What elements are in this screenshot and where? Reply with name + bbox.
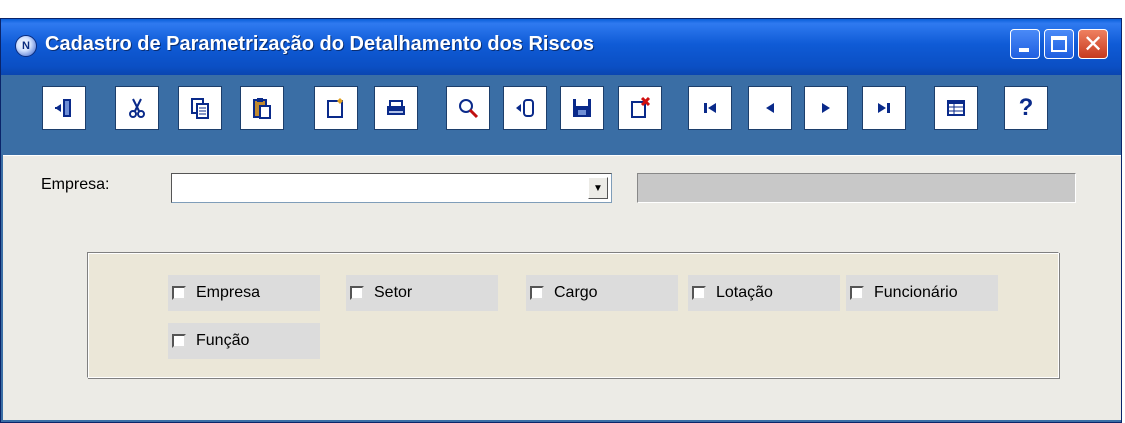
screen-top (0, 0, 1125, 18)
maximize-icon (1051, 36, 1067, 52)
app-logo-icon: N (15, 35, 37, 57)
title-bar[interactable]: N Cadastro de Parametrização do Detalham… (1, 19, 1121, 75)
import-button[interactable] (503, 86, 547, 130)
checkbox-box[interactable] (692, 286, 706, 300)
checkbox-funcionario[interactable]: Funcionário (846, 275, 998, 311)
checkbox-label: Lotação (716, 284, 773, 301)
next-record-button[interactable] (804, 86, 848, 130)
checkbox-setor[interactable]: Setor (346, 275, 498, 311)
form-area: Empresa: ▼ Empresa Setor Cargo Lotação F… (3, 155, 1121, 420)
scissors-icon (129, 98, 145, 118)
previous-icon (766, 103, 774, 113)
checkbox-box[interactable] (350, 286, 364, 300)
dropdown-arrow-icon[interactable]: ▼ (588, 177, 608, 199)
checkbox-empresa[interactable]: Empresa (168, 275, 320, 311)
exit-door-icon (55, 99, 71, 117)
copy-icon (191, 98, 209, 119)
search-button[interactable] (446, 86, 490, 130)
cut-button[interactable] (115, 86, 159, 130)
close-icon: ✕ (1082, 30, 1104, 58)
new-button[interactable] (314, 86, 358, 130)
detail-options-group: Empresa Setor Cargo Lotação Funcionário … (87, 252, 1059, 378)
window-title: Cadastro de Parametrização do Detalhamen… (45, 33, 595, 55)
checkbox-box[interactable] (172, 334, 186, 348)
new-document-icon (327, 98, 343, 118)
empresa-name-field (637, 173, 1076, 203)
exit-button[interactable] (42, 86, 86, 130)
printer-icon (387, 100, 405, 115)
checkbox-label: Empresa (196, 284, 261, 301)
checkbox-box[interactable] (530, 286, 544, 300)
next-icon (822, 103, 830, 113)
checkbox-box[interactable] (850, 286, 864, 300)
paste-button[interactable] (240, 86, 284, 130)
checkbox-label: Função (196, 332, 250, 349)
delete-button[interactable] (618, 86, 662, 130)
database-import-icon (516, 99, 534, 117)
first-icon (704, 103, 716, 113)
last-record-button[interactable] (862, 86, 906, 130)
close-button[interactable]: ✕ (1078, 29, 1108, 59)
help-icon: ? (1018, 94, 1034, 121)
help-button[interactable]: ? (1004, 86, 1048, 130)
checkbox-label: Setor (374, 284, 413, 301)
checkbox-funcao[interactable]: Função (168, 323, 320, 359)
maximize-button[interactable] (1044, 29, 1074, 59)
empresa-label: Empresa: (41, 176, 110, 193)
delete-document-icon (631, 96, 651, 118)
copy-button[interactable] (178, 86, 222, 130)
checkbox-lotacao[interactable]: Lotação (688, 275, 840, 311)
previous-record-button[interactable] (748, 86, 792, 130)
magnifier-icon (459, 99, 479, 119)
grid-view-button[interactable] (934, 86, 978, 130)
paste-icon (253, 98, 271, 119)
checkbox-box[interactable] (172, 286, 186, 300)
minimize-icon (1019, 48, 1029, 52)
checkbox-label: Cargo (554, 284, 598, 301)
empresa-select[interactable]: ▼ (171, 173, 612, 203)
table-icon (947, 100, 965, 116)
floppy-icon (573, 99, 591, 117)
print-button[interactable] (374, 86, 418, 130)
save-button[interactable] (560, 86, 604, 130)
toolbar: ? (1, 75, 1121, 155)
minimize-button[interactable] (1010, 29, 1040, 59)
last-icon (878, 103, 890, 113)
first-record-button[interactable] (688, 86, 732, 130)
checkbox-label: Funcionário (874, 284, 958, 301)
checkbox-cargo[interactable]: Cargo (526, 275, 678, 311)
main-window: N Cadastro de Parametrização do Detalham… (0, 18, 1122, 423)
